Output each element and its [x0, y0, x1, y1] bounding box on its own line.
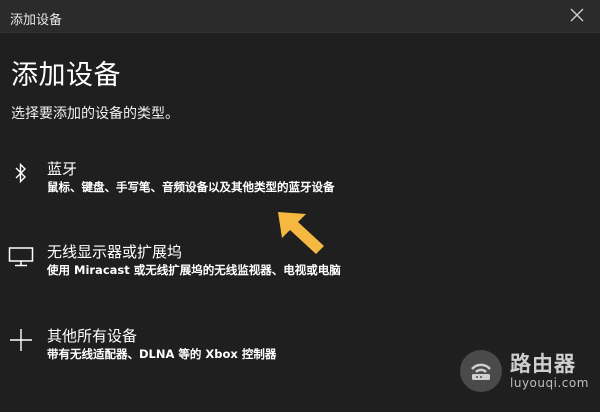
option-label: 其他所有设备: [47, 327, 138, 345]
monitor-icon: [6, 241, 36, 271]
window-title: 添加设备: [10, 13, 63, 28]
router-logo-icon: [460, 350, 502, 392]
title-bar: 添加设备: [0, 0, 600, 33]
watermark-url: luyouqi.com: [510, 376, 589, 390]
page-subtitle: 选择要添加的设备的类型。: [11, 106, 179, 122]
pointer-arrow-icon: [266, 200, 332, 260]
option-label: 无线显示器或扩展坞: [47, 243, 183, 261]
page-title: 添加设备: [11, 60, 121, 91]
watermark-text: 路由器: [510, 352, 576, 376]
option-label: 蓝牙: [47, 160, 78, 178]
plus-icon: [6, 325, 36, 355]
bluetooth-icon: [6, 158, 36, 188]
watermark: 路由器 luyouqi.com: [460, 348, 592, 396]
close-icon: [570, 7, 584, 26]
option-description: 带有无线适配器、DLNA 等的 Xbox 控制器: [47, 347, 277, 361]
option-description: 鼠标、键盘、手写笔、音频设备以及其他类型的蓝牙设备: [47, 180, 335, 194]
option-description: 使用 Miracast 或无线扩展坞的无线监视器、电视或电脑: [47, 263, 341, 277]
close-button[interactable]: [554, 0, 600, 33]
